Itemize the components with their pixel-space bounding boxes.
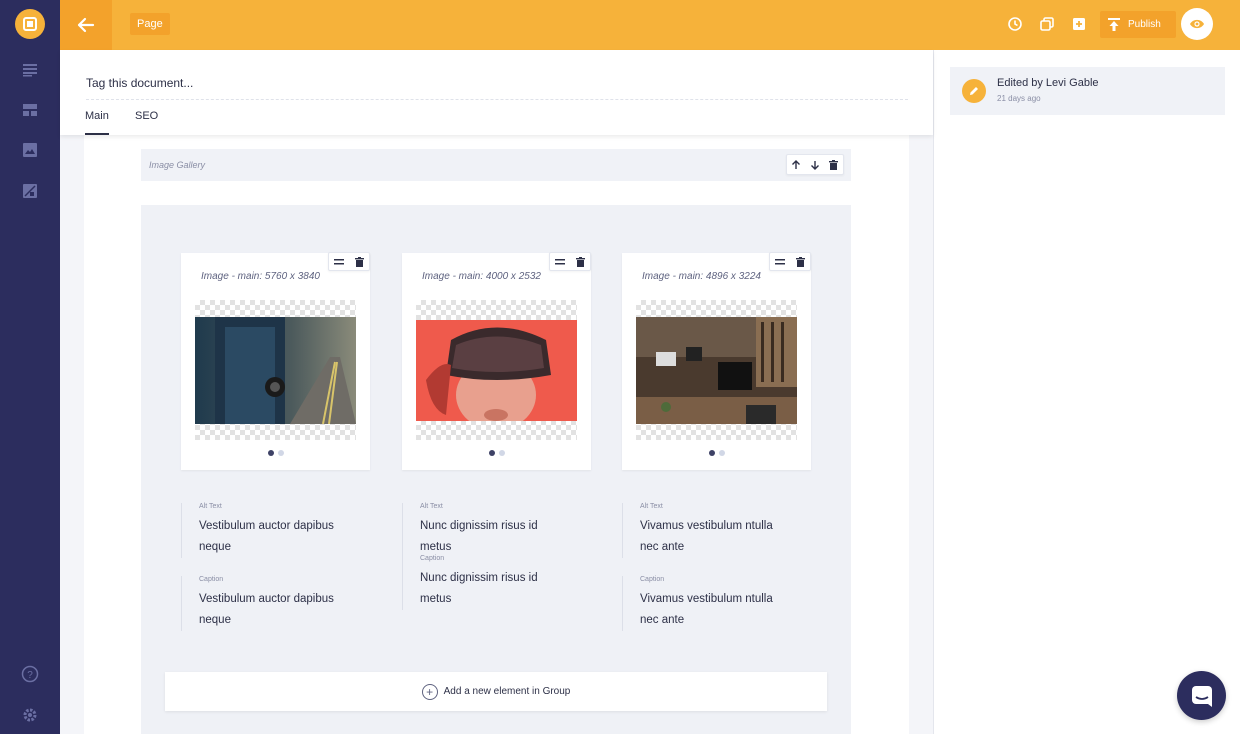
caption-field[interactable]: Caption Nunc dignissim risus id metus: [402, 555, 572, 610]
caption-label: Caption: [199, 576, 224, 583]
editor-canvas: Image Gallery Image - main: 5760 x 3840: [84, 135, 909, 734]
svg-text:?: ?: [27, 670, 33, 681]
add-box-icon[interactable]: [1070, 15, 1088, 33]
caption-field[interactable]: Caption Vivamus vestibulum ntulla nec an…: [622, 576, 792, 631]
gallery-group: Image - main: 5760 x 3840 Image - main: …: [141, 205, 851, 734]
tag-document-input[interactable]: [86, 66, 908, 100]
caption-value: Vivamus vestibulum ntulla nec ante: [640, 593, 773, 626]
publish-icon: [1108, 18, 1120, 31]
pencil-icon: [962, 79, 986, 103]
image-card[interactable]: Image - main: 4000 x 2532: [402, 252, 591, 470]
help-icon[interactable]: ?: [20, 664, 40, 684]
drag-handle-icon[interactable]: [553, 254, 567, 270]
document-header: Main SEO: [60, 50, 933, 135]
move-up-icon[interactable]: [789, 157, 803, 173]
drag-handle-icon[interactable]: [332, 254, 346, 270]
list-icon[interactable]: [20, 60, 40, 80]
caption-value: Vestibulum auctor dapibus neque: [199, 593, 334, 626]
delete-image-icon[interactable]: [352, 254, 366, 270]
gallery-label: Image Gallery: [149, 160, 206, 170]
vr-headset-photo: [416, 320, 577, 421]
road-camera-photo: [195, 317, 356, 424]
publish-button[interactable]: Publish: [1100, 11, 1176, 38]
plus-circle-icon: +: [421, 683, 438, 700]
image-card-title: Image - main: 4000 x 2532: [422, 271, 541, 282]
image-card-controls: [328, 252, 370, 271]
delete-slice-icon[interactable]: [827, 157, 841, 173]
carousel-dot[interactable]: [488, 450, 495, 456]
chat-launcher-button[interactable]: [1177, 671, 1226, 720]
caption-label: Caption: [420, 555, 445, 562]
history-timestamp: 21 days ago: [997, 94, 1041, 103]
history-icon[interactable]: [1006, 15, 1024, 33]
carousel-dot[interactable]: [708, 450, 715, 456]
image-carousel-dots: [402, 450, 591, 456]
alt-text-value: Vestibulum auctor dapibus neque: [199, 520, 334, 553]
top-bar: Page Publish: [60, 0, 1240, 50]
delete-image-icon[interactable]: [573, 254, 587, 270]
alt-text-label: Alt Text: [640, 503, 663, 510]
settings-icon[interactable]: [20, 705, 40, 725]
image-card-title: Image - main: 4896 x 3224: [642, 271, 761, 282]
image-card-title: Image - main: 5760 x 3840: [201, 271, 320, 282]
image-card[interactable]: Image - main: 4896 x 3224: [622, 252, 811, 470]
tab-main[interactable]: Main: [85, 110, 109, 135]
alt-text-label: Alt Text: [420, 503, 443, 510]
image-carousel-dots: [622, 450, 811, 456]
alt-text-value: Vivamus vestibulum ntulla nec ante: [640, 520, 773, 553]
tab-seo[interactable]: SEO: [135, 110, 158, 135]
alt-text-field[interactable]: Alt Text Vestibulum auctor dapibus neque: [181, 503, 351, 558]
move-down-icon[interactable]: [808, 157, 822, 173]
image-card-controls: [769, 252, 811, 271]
image-edit-icon[interactable]: [20, 181, 40, 201]
image-preview: [416, 300, 577, 440]
carousel-dot[interactable]: [498, 450, 505, 456]
caption-value: Nunc dignissim risus id metus: [420, 572, 538, 605]
preview-button[interactable]: [1181, 8, 1213, 40]
eye-icon: [1190, 19, 1204, 29]
add-element-button[interactable]: + Add a new element in Group: [165, 672, 827, 711]
add-element-label: Add a new element in Group: [443, 686, 571, 697]
image-icon[interactable]: [20, 140, 40, 160]
history-panel: Edited by Levi Gable 21 days ago: [933, 50, 1240, 734]
image-card-controls: [549, 252, 591, 271]
page-type-badge: Page: [130, 13, 170, 35]
left-sidebar: ?: [0, 0, 60, 734]
image-card[interactable]: Image - main: 5760 x 3840: [181, 252, 370, 470]
alt-text-value: Nunc dignissim risus id metus: [420, 520, 538, 553]
alt-text-field[interactable]: Alt Text Vivamus vestibulum ntulla nec a…: [622, 503, 792, 558]
image-preview: [636, 300, 797, 440]
publish-label: Publish: [1128, 19, 1161, 30]
carousel-dot[interactable]: [267, 450, 274, 456]
history-entry[interactable]: Edited by Levi Gable 21 days ago: [950, 67, 1225, 115]
slice-controls: [786, 154, 844, 175]
image-carousel-dots: [181, 450, 370, 456]
back-button[interactable]: [60, 0, 112, 50]
alt-text-label: Alt Text: [199, 503, 222, 510]
logo-icon[interactable]: [15, 9, 45, 39]
office-photo: [636, 317, 797, 424]
carousel-dot[interactable]: [718, 450, 725, 456]
layout-icon[interactable]: [20, 100, 40, 120]
drag-handle-icon[interactable]: [773, 254, 787, 270]
delete-image-icon[interactable]: [793, 254, 807, 270]
image-preview: [195, 300, 356, 440]
duplicate-icon[interactable]: [1038, 15, 1056, 33]
alt-text-field[interactable]: Alt Text Nunc dignissim risus id metus: [402, 503, 572, 558]
history-title: Edited by Levi Gable: [997, 77, 1099, 89]
chat-icon: [1191, 685, 1212, 707]
back-arrow-icon: [77, 17, 95, 33]
carousel-dot[interactable]: [277, 450, 284, 456]
caption-label: Caption: [640, 576, 665, 583]
caption-field[interactable]: Caption Vestibulum auctor dapibus neque: [181, 576, 351, 631]
gallery-slice-header: Image Gallery: [141, 149, 851, 181]
